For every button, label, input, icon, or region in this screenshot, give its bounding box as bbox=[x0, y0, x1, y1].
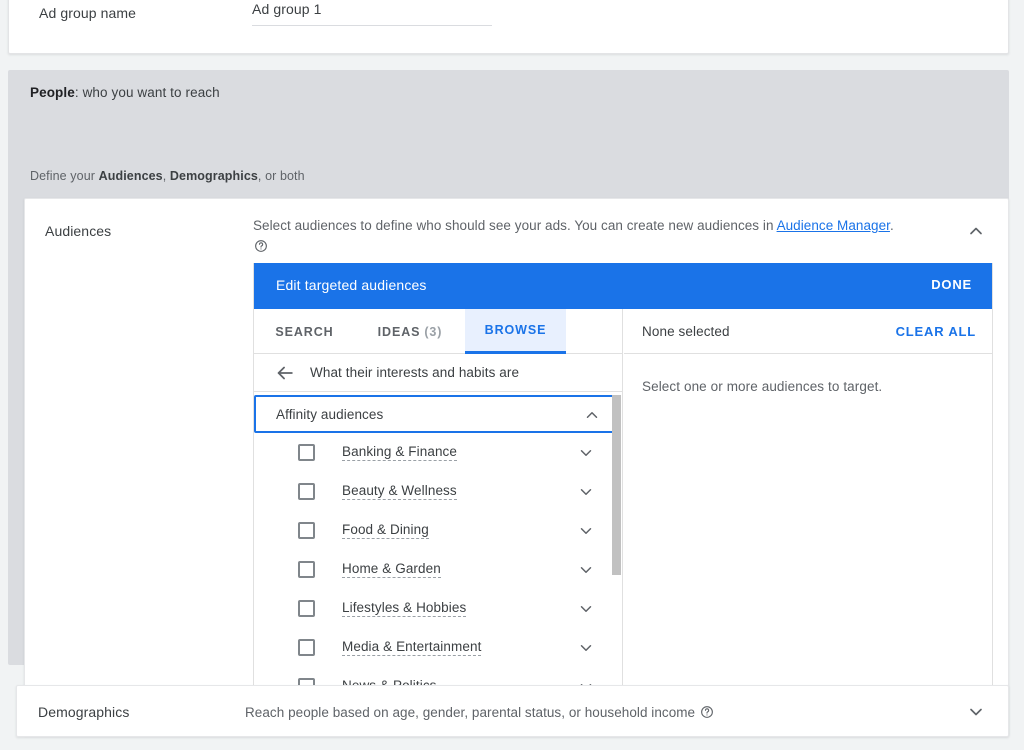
demographics-label: Demographics bbox=[38, 704, 129, 720]
dialog-right-pane: None selected CLEAR ALL Select one or mo… bbox=[624, 309, 993, 733]
help-circle-icon[interactable] bbox=[254, 239, 268, 253]
demographics-description: Reach people based on age, gender, paren… bbox=[245, 705, 714, 720]
audience-row-label[interactable]: Food & Dining bbox=[342, 522, 429, 539]
tab-browse[interactable]: BROWSE bbox=[465, 309, 566, 354]
audience-manager-link[interactable]: Audience Manager bbox=[777, 218, 890, 233]
people-section: People: who you want to reach Define you… bbox=[8, 70, 1009, 665]
audience-row[interactable]: Media & Entertainment bbox=[254, 628, 623, 667]
audience-row-label[interactable]: Banking & Finance bbox=[342, 444, 457, 461]
ad-group-name-field-wrap bbox=[252, 1, 492, 26]
ad-group-name-input[interactable] bbox=[252, 1, 492, 26]
dialog-title: Edit targeted audiences bbox=[276, 277, 427, 293]
arrow-left-icon[interactable] bbox=[274, 362, 296, 384]
demographics-expand-chevron-down-icon[interactable] bbox=[966, 702, 986, 722]
audience-row[interactable]: Lifestyles & Hobbies bbox=[254, 589, 623, 628]
group-affinity-audiences[interactable]: Affinity audiences bbox=[254, 395, 617, 433]
audiences-description-suffix: . bbox=[890, 218, 894, 233]
tab-search-label: SEARCH bbox=[275, 325, 333, 339]
audience-row-label[interactable]: Beauty & Wellness bbox=[342, 483, 457, 500]
audience-row[interactable]: Banking & Finance bbox=[254, 433, 623, 472]
tab-ideas[interactable]: IDEAS(3) bbox=[355, 309, 465, 354]
tab-ideas-label: IDEAS bbox=[378, 325, 421, 339]
edit-targeted-audiences-dialog: Edit targeted audiences DONE SEARCH IDEA… bbox=[253, 263, 993, 733]
audience-row-label[interactable]: Media & Entertainment bbox=[342, 639, 481, 656]
audiences-card: Audiences Select audiences to define who… bbox=[24, 198, 1009, 735]
people-title-strong: People bbox=[30, 85, 75, 100]
ad-group-name-label: Ad group name bbox=[39, 5, 136, 21]
tab-browse-label: BROWSE bbox=[485, 323, 547, 337]
people-sub-suffix: , or both bbox=[258, 169, 305, 183]
audience-row[interactable]: Beauty & Wellness bbox=[254, 472, 623, 511]
chevron-down-icon[interactable] bbox=[577, 600, 595, 618]
dialog-header: Edit targeted audiences DONE bbox=[254, 263, 993, 309]
breadcrumb-label: What their interests and habits are bbox=[310, 365, 519, 380]
chevron-down-icon[interactable] bbox=[577, 522, 595, 540]
audience-row-label[interactable]: Lifestyles & Hobbies bbox=[342, 600, 466, 617]
selection-header: None selected CLEAR ALL bbox=[624, 309, 993, 354]
selection-status: None selected bbox=[642, 324, 730, 339]
clear-all-button[interactable]: CLEAR ALL bbox=[896, 324, 976, 339]
tab-search[interactable]: SEARCH bbox=[254, 309, 355, 354]
audience-checkbox[interactable] bbox=[298, 483, 315, 500]
people-sub-mid: , bbox=[163, 169, 170, 183]
chevron-down-icon[interactable] bbox=[577, 444, 595, 462]
audiences-description-prefix: Select audiences to define who should se… bbox=[253, 218, 777, 233]
breadcrumb: What their interests and habits are bbox=[254, 354, 622, 392]
people-section-title: People: who you want to reach bbox=[30, 85, 220, 100]
audience-checkbox[interactable] bbox=[298, 639, 315, 656]
people-title-rest: : who you want to reach bbox=[75, 85, 220, 100]
audience-row[interactable]: Home & Garden bbox=[254, 550, 623, 589]
dialog-left-pane: SEARCH IDEAS(3) BROWSE bbox=[254, 309, 623, 733]
people-sub-demographics: Demographics bbox=[170, 169, 258, 183]
selection-empty-message: Select one or more audiences to target. bbox=[642, 379, 993, 394]
tab-ideas-count: (3) bbox=[424, 325, 442, 339]
audience-row-label[interactable]: Home & Garden bbox=[342, 561, 441, 578]
audience-checkbox[interactable] bbox=[298, 561, 315, 578]
chevron-down-icon[interactable] bbox=[577, 639, 595, 657]
group-affinity-audiences-label: Affinity audiences bbox=[276, 407, 383, 422]
audience-checkbox[interactable] bbox=[298, 444, 315, 461]
ad-group-name-card: Ad group name bbox=[8, 0, 1009, 54]
done-button[interactable]: DONE bbox=[931, 277, 972, 292]
chevron-down-icon[interactable] bbox=[577, 483, 595, 501]
dialog-tabs: SEARCH IDEAS(3) BROWSE bbox=[254, 309, 622, 354]
ad-group-audiences-page: Ad group name People: who you want to re… bbox=[0, 0, 1024, 750]
audience-checkbox[interactable] bbox=[298, 522, 315, 539]
chevron-down-icon[interactable] bbox=[577, 561, 595, 579]
audience-checkbox[interactable] bbox=[298, 600, 315, 617]
audience-category-list: Affinity audiences Banking & Finance Beau… bbox=[254, 393, 623, 733]
people-section-subtitle: Define your Audiences, Demographics, or … bbox=[30, 169, 305, 183]
people-sub-audiences: Audiences bbox=[99, 169, 163, 183]
demographics-description-text: Reach people based on age, gender, paren… bbox=[245, 705, 695, 720]
chevron-up-icon[interactable] bbox=[583, 406, 601, 424]
help-circle-icon[interactable] bbox=[700, 705, 714, 719]
audiences-description: Select audiences to define who should se… bbox=[253, 215, 953, 257]
audiences-collapse-chevron-up-icon[interactable] bbox=[966, 221, 986, 241]
audience-row[interactable]: Food & Dining bbox=[254, 511, 623, 550]
list-scrollbar-thumb[interactable] bbox=[612, 395, 621, 575]
people-sub-prefix: Define your bbox=[30, 169, 99, 183]
demographics-card[interactable]: Demographics Reach people based on age, … bbox=[16, 685, 1009, 737]
audiences-label: Audiences bbox=[45, 223, 111, 239]
